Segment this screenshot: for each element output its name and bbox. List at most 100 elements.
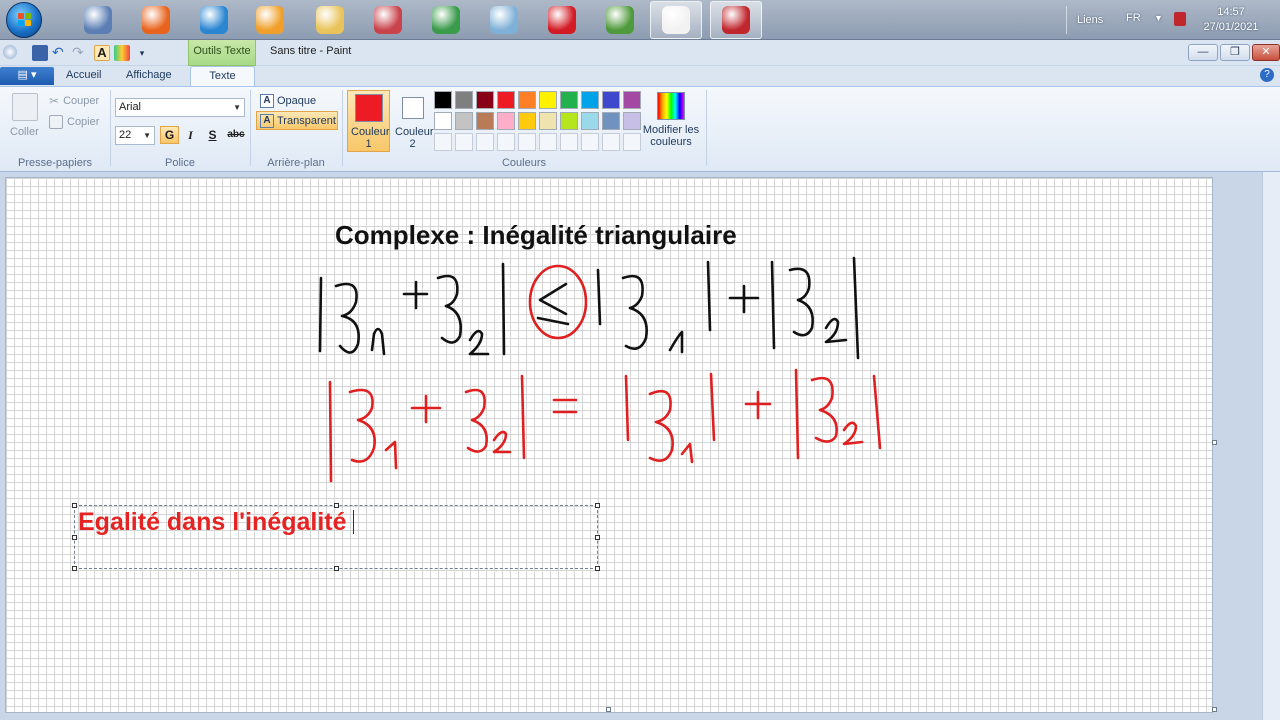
resize-handle-bottom-left[interactable]	[72, 566, 77, 571]
taskbar-app-button[interactable]	[304, 1, 356, 39]
cut-button[interactable]: ✂ Couper	[49, 94, 99, 108]
palette-swatch[interactable]	[455, 112, 473, 130]
strikethrough-button[interactable]: abc	[225, 126, 247, 144]
color-tool-icon[interactable]	[114, 45, 130, 61]
redo-icon[interactable]: ↷	[72, 45, 88, 61]
palette-swatch[interactable]	[476, 91, 494, 109]
tab-affichage[interactable]: Affichage	[116, 66, 182, 86]
taskbar-app-button[interactable]	[72, 1, 124, 39]
palette-swatch[interactable]	[539, 112, 557, 130]
help-icon[interactable]: ?	[1260, 68, 1274, 82]
text-box-selection[interactable]: Egalité dans l'inégalité	[72, 503, 600, 571]
clock-time: 14:57	[1217, 6, 1245, 18]
palette-swatch[interactable]	[581, 91, 599, 109]
start-button[interactable]	[6, 2, 42, 38]
font-size-value: 22	[119, 129, 132, 141]
palette-swatch[interactable]	[497, 112, 515, 130]
tray-recorder-icon[interactable]	[1174, 12, 1186, 26]
palette-swatch-empty[interactable]	[560, 133, 578, 151]
palette-swatch[interactable]	[602, 112, 620, 130]
palette-swatch[interactable]	[497, 91, 515, 109]
tab-texte[interactable]: Texte	[190, 66, 255, 86]
palette-swatch[interactable]	[602, 91, 620, 109]
palette-swatch[interactable]	[560, 112, 578, 130]
palette-swatch[interactable]	[434, 91, 452, 109]
palette-swatch[interactable]	[623, 91, 641, 109]
close-button[interactable]: ✕	[1252, 44, 1280, 61]
clock-date: 27/01/2021	[1203, 21, 1259, 33]
palette-swatch-empty[interactable]	[497, 133, 515, 151]
canvas-resize-handle-corner[interactable]	[1212, 707, 1217, 712]
taskbar-app-button[interactable]	[130, 1, 182, 39]
palette-swatch[interactable]	[434, 112, 452, 130]
edit-colors-button[interactable]: Modifier les couleurs	[640, 92, 702, 148]
palette-swatch[interactable]	[518, 112, 536, 130]
copy-button[interactable]: Copier	[49, 115, 99, 129]
font-size-select[interactable]: 22 ▼	[115, 126, 155, 145]
transparent-button[interactable]: A Transparent	[256, 111, 338, 130]
paint-app-icon[interactable]	[3, 45, 17, 59]
font-family-select[interactable]: Arial ▼	[115, 98, 245, 117]
taskbar-app-button[interactable]	[536, 1, 588, 39]
resize-handle-left[interactable]	[72, 535, 77, 540]
canvas-resize-handle-bottom[interactable]	[606, 707, 611, 712]
palette-swatch[interactable]	[455, 91, 473, 109]
text-box-content[interactable]: Egalité dans l'inégalité	[78, 508, 354, 537]
taskbar-clock[interactable]: 14:57 27/01/2021	[1198, 5, 1264, 35]
paste-button[interactable]: Coller	[10, 126, 39, 138]
resize-handle-bottom-right[interactable]	[595, 566, 600, 571]
bold-button[interactable]: G	[160, 126, 179, 144]
palette-swatch[interactable]	[476, 112, 494, 130]
taskbar-app-button[interactable]	[478, 1, 530, 39]
undo-icon[interactable]: ↶	[52, 45, 68, 61]
palette-swatch[interactable]	[581, 112, 599, 130]
ink-stroke	[680, 442, 694, 464]
palette-swatch[interactable]	[560, 91, 578, 109]
taskbar-app-button[interactable]	[650, 1, 702, 39]
resize-handle-right[interactable]	[595, 535, 600, 540]
palette-swatch-empty[interactable]	[434, 133, 452, 151]
ink-stroke	[334, 282, 360, 354]
vertical-scrollbar[interactable]	[1262, 172, 1280, 720]
color2-button[interactable]: Couleur 2	[391, 90, 434, 152]
taskbar-app-button[interactable]	[710, 1, 762, 39]
opaque-button[interactable]: A Opaque	[256, 91, 338, 110]
ink-stroke	[728, 284, 760, 314]
italic-button[interactable]: I	[181, 126, 200, 144]
taskbar-app-button[interactable]	[244, 1, 296, 39]
qat-customize-icon[interactable]: ▾	[134, 45, 150, 61]
color1-button[interactable]: Couleur 1	[347, 90, 390, 152]
tray-links-toolbar[interactable]: Liens	[1077, 14, 1103, 26]
tray-expand-icon[interactable]: ▼	[1154, 13, 1163, 23]
taskbar: Liens FR ▼ 14:57 27/01/2021	[0, 0, 1280, 40]
resize-handle-top-left[interactable]	[72, 503, 77, 508]
palette-swatch-empty[interactable]	[539, 133, 557, 151]
taskbar-app-button[interactable]	[362, 1, 414, 39]
maximize-button[interactable]: ❐	[1220, 44, 1250, 61]
resize-handle-top-right[interactable]	[595, 503, 600, 508]
taskbar-app-button[interactable]	[188, 1, 240, 39]
underline-button[interactable]: S	[203, 126, 222, 144]
paste-icon[interactable]	[12, 93, 38, 121]
language-indicator[interactable]: FR	[1126, 12, 1141, 24]
palette-swatch-empty[interactable]	[602, 133, 620, 151]
resize-handle-top[interactable]	[334, 503, 339, 508]
palette-swatch-empty[interactable]	[518, 133, 536, 151]
paint-menu-button[interactable]: ▤ ▾	[0, 67, 54, 85]
drawing-canvas[interactable]: Complexe : Inégalité triangulaire Egalit…	[5, 177, 1213, 713]
palette-swatch-empty[interactable]	[476, 133, 494, 151]
palette-swatch-empty[interactable]	[623, 133, 641, 151]
palette-swatch[interactable]	[518, 91, 536, 109]
canvas-resize-handle-right[interactable]	[1212, 440, 1217, 445]
taskbar-app-button[interactable]	[420, 1, 472, 39]
minimize-button[interactable]: —	[1188, 44, 1218, 61]
text-tool-icon[interactable]: A	[94, 45, 110, 61]
palette-swatch[interactable]	[539, 91, 557, 109]
save-icon[interactable]	[32, 45, 48, 61]
palette-swatch[interactable]	[623, 112, 641, 130]
tab-accueil[interactable]: Accueil	[56, 66, 111, 86]
taskbar-app-button[interactable]	[594, 1, 646, 39]
palette-swatch-empty[interactable]	[581, 133, 599, 151]
resize-handle-bottom[interactable]	[334, 566, 339, 571]
palette-swatch-empty[interactable]	[455, 133, 473, 151]
